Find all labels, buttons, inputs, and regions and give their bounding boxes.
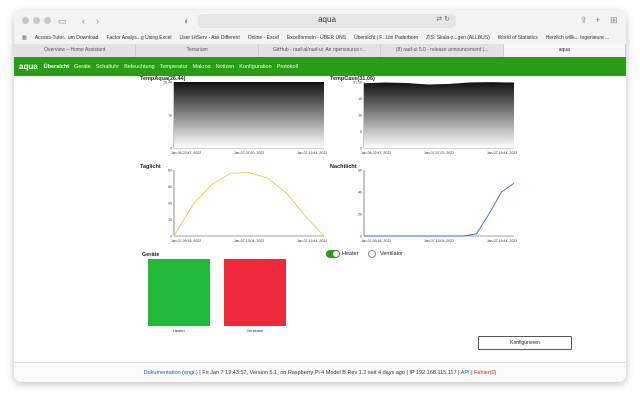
heater-status-box [148, 259, 210, 326]
nav-item[interactable]: Makros [193, 64, 211, 70]
y-tick-label: 40 [168, 202, 172, 206]
window-controls[interactable] [22, 17, 51, 24]
browser-window: ▭ ‹ › ◐ aqua ⇄ ↻ ⇪ + ⊞ ▥ Access-Tutor...u… [14, 10, 626, 382]
x-tick-label: Jan-07-13:04, 2022 [424, 239, 454, 243]
y-tick-label: 0 [360, 235, 362, 239]
nav-item[interactable]: Protokoll [277, 64, 298, 70]
status-text: | Fri Jan 7 19:43:57, Version 5.1, on Ra… [199, 370, 460, 376]
bookmark-item[interactable]: Factor Analys...g Using Excel [106, 35, 171, 41]
browser-tab[interactable]: aqua [503, 44, 626, 57]
line-series [364, 182, 515, 237]
y-tick-label: 0 [170, 235, 172, 239]
back-icon[interactable]: ‹ [82, 15, 85, 27]
ventilator-radio-label: Ventilator [380, 251, 403, 257]
footer-separator: | [471, 370, 473, 376]
sidebar-icon[interactable]: ▭ [58, 15, 67, 27]
ventilator-label: Ventilator [246, 328, 264, 333]
devices-title: Geräte [142, 252, 160, 258]
nav-item[interactable]: Temperatur [160, 64, 188, 70]
footer: Dokumentation (engl.) | Fri Jan 7 19:43:… [14, 362, 626, 382]
zoom-dot[interactable] [44, 17, 51, 24]
bookmark-item[interactable]: Excelformeln - ÜBER UNS [287, 35, 346, 41]
x-tick-label: Jan-07-07:20, 2022 [234, 151, 264, 155]
nav-item[interactable]: Beleuchtung [124, 64, 155, 70]
browser-tab[interactable]: (8) raaf-ui 5.0 - release announcement |… [381, 44, 504, 57]
configure-button[interactable]: Konfigurieren [478, 336, 572, 350]
close-dot[interactable] [22, 17, 29, 24]
translate-reload-icon[interactable]: ⇄ ↻ [436, 15, 450, 23]
brand-logo[interactable]: aqua [19, 62, 38, 71]
x-tick-label: Jan-07-19:44, 2022 [297, 239, 327, 243]
toggle-knob [333, 251, 339, 257]
bookmark-item[interactable]: ZIS: Skala-z...gen (ALLBUS) [426, 35, 490, 41]
bookmark-item[interactable]: World of Statistics [498, 35, 538, 41]
browser-tab[interactable]: GitHub - raaf-al/raaf-ui: An opensource … [259, 44, 382, 57]
y-tick-label: 60 [358, 169, 362, 173]
share-icon[interactable]: ⇪ [580, 15, 588, 26]
title-bar: ▭ ‹ › ◐ aqua ⇄ ↻ ⇪ + ⊞ [14, 10, 626, 32]
bookmark-item[interactable]: Online - Excel [248, 35, 279, 41]
nav-item[interactable]: Notizen [216, 64, 235, 70]
y-tick-label: 40 [358, 191, 362, 195]
browser-tab[interactable]: Terrarium [136, 44, 259, 57]
privacy-icon[interactable]: ◐ [184, 15, 189, 27]
bookmark-item[interactable]: Übersicht | F...Uni Paderborn [354, 35, 418, 41]
y-tick-label: 20 [168, 218, 172, 222]
browser-tab[interactable]: Overview – Home Assistant [14, 44, 137, 57]
y-tick-label: 15 [358, 97, 362, 101]
minimize-dot[interactable] [33, 17, 40, 24]
address-bar[interactable]: aqua ⇄ ↻ [198, 14, 456, 28]
nav-item[interactable]: Schaltuhr [96, 64, 119, 70]
bookmark-item[interactable]: Herzlich willk... Ingenieure ... [546, 35, 610, 41]
x-tick-label: Jan-07-09:18, 2022 [361, 239, 391, 243]
y-tick-label: 0 [360, 147, 362, 151]
x-tick-label: Jan-06-22:47, 2022 [361, 151, 391, 155]
y-tick-label: 0 [170, 147, 172, 151]
y-tick-label: 5 [360, 130, 362, 134]
heater-toggle[interactable] [326, 250, 340, 258]
forward-icon[interactable]: › [96, 15, 99, 27]
nav-item[interactable]: Konfiguration [239, 64, 271, 70]
y-tick-label: 20 [358, 213, 362, 217]
app-navbar: aqua Übersicht Geräte Schaltuhr Beleuchtung… [14, 57, 626, 76]
y-tick-label: 60 [168, 185, 172, 189]
api-link[interactable]: API [461, 370, 470, 376]
documentation-link[interactable]: Dokumentation (engl.) [144, 370, 198, 376]
bookmark-item[interactable]: Access-Tutor...um Download [35, 35, 99, 41]
tab-overview-icon[interactable]: ⊞ [610, 15, 618, 26]
x-tick-label: Jan-07-19:44, 2022 [487, 151, 517, 155]
x-tick-label: Jan-07-09:18, 2022 [171, 239, 201, 243]
nav-item[interactable]: Geräte [74, 64, 91, 70]
heater-label: Heater [172, 328, 185, 333]
x-tick-label: Jan-06-22:47, 2022 [171, 151, 201, 155]
y-tick-label: 80 [168, 169, 172, 173]
nav-item[interactable]: Übersicht [44, 64, 69, 70]
x-tick-label: Jan-07-07:22, 2022 [424, 151, 454, 155]
address-text: aqua [318, 15, 336, 24]
x-tick-label: Jan-07-13:04, 2022 [234, 239, 264, 243]
error-link[interactable]: Fehler(0) [474, 370, 496, 376]
new-tab-icon[interactable]: + [595, 15, 600, 25]
area-series [364, 82, 514, 148]
area-series [174, 82, 324, 148]
y-tick-label: 26.44 [163, 81, 172, 85]
x-tick-label: Jan-07-19:44, 2022 [487, 239, 517, 243]
y-tick-label: 10 [358, 114, 362, 118]
ventilator-radio[interactable] [368, 250, 376, 258]
bookmark-item[interactable]: User LitServ - Ask Different [180, 35, 240, 41]
x-tick-label: Jan-07-19:44, 2022 [297, 151, 327, 155]
y-tick-label: 1e [168, 114, 172, 118]
line-series [173, 172, 325, 237]
reading-list-icon[interactable]: ▥ [22, 35, 27, 41]
charts-canvas: 26.441e0Jan-06-22:47, 2022 Jan-07-07:20, … [163, 81, 517, 244]
y-tick-label: 31.06 [353, 81, 362, 85]
heater-toggle-label: Heater [342, 251, 359, 257]
ventilator-status-box [224, 259, 286, 326]
bookmarks-bar: ▥ Access-Tutor...um Download Factor Analys… [14, 32, 626, 44]
tab-bar: Overview – Home Assistant Terrarium GitHub… [14, 44, 626, 57]
